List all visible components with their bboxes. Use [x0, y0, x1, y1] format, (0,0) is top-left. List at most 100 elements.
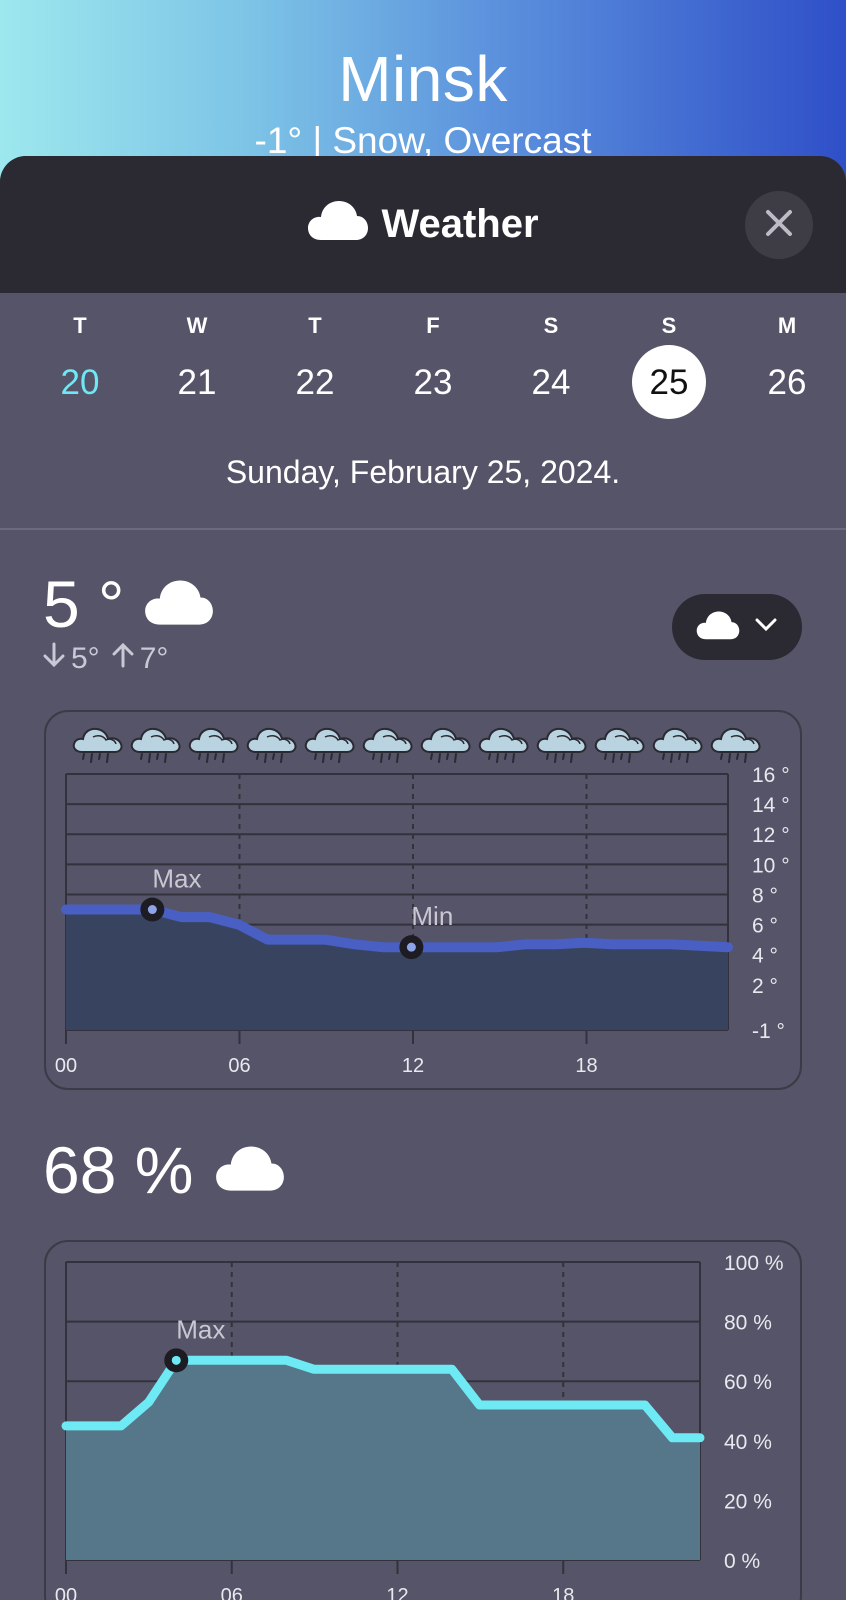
- snow-drop: [438, 753, 441, 763]
- temp-high: 7°: [139, 642, 169, 675]
- day-of-week: T: [73, 313, 87, 338]
- snow-drop: [90, 753, 93, 763]
- snow-drop: [314, 753, 317, 760]
- snow-cloud-icon: [304, 727, 355, 763]
- arrow-down-icon: [43, 642, 65, 676]
- x-tick-label: 00: [55, 1585, 77, 1600]
- sheet-title-text: Weather: [381, 202, 539, 246]
- snow-drop: [554, 753, 557, 763]
- y-tick-label: 40 %: [724, 1431, 772, 1454]
- snow-drop: [670, 753, 673, 763]
- snow-drop: [198, 753, 201, 760]
- y-tick-label: 20 %: [724, 1490, 772, 1513]
- snow-cloud-icon: [246, 727, 297, 763]
- day-number: 24: [531, 363, 571, 402]
- y-tick-label: 16 °: [752, 764, 790, 787]
- snow-cloud-icon: [72, 727, 123, 763]
- cloud-icon: [144, 566, 214, 642]
- day-number: 21: [177, 363, 217, 402]
- sheet-title: Weather: [307, 198, 539, 252]
- snow-drop: [728, 753, 731, 763]
- y-tick-label: 4 °: [752, 945, 778, 968]
- day-of-week: S: [661, 313, 677, 338]
- snow-drop: [736, 753, 739, 760]
- humidity-chart: 100 % 80 % 60 % 40 % 20 % 0 % 00 06 12 18 Max: [44, 1240, 802, 1600]
- day-number: 22: [295, 363, 335, 402]
- snow-cloud-icon: [188, 727, 239, 763]
- snow-drop: [662, 753, 665, 760]
- day-of-week: S: [543, 313, 559, 338]
- snow-drop: [504, 753, 507, 760]
- snow-drop: [604, 753, 607, 760]
- y-tick-label: 14 °: [752, 794, 790, 817]
- chart-type-selector[interactable]: [672, 594, 802, 660]
- day-number: 25: [649, 363, 689, 402]
- close-button[interactable]: [745, 191, 813, 259]
- snow-drop: [388, 753, 391, 760]
- current-temp-block: 5 ° 5° 7°: [43, 566, 214, 676]
- snow-drop: [396, 753, 399, 763]
- current-temp: 5 °: [43, 567, 125, 641]
- x-tick-label: 06: [221, 1585, 243, 1600]
- annotation-label: Min: [411, 901, 453, 931]
- x-tick-label: 12: [402, 1055, 424, 1077]
- cloud-icon: [215, 1132, 285, 1208]
- divider: [0, 528, 846, 530]
- snow-cloud-icon: [130, 727, 181, 763]
- day-number: 20: [60, 363, 100, 402]
- city-name: Minsk: [338, 43, 508, 115]
- snow-drop: [206, 753, 209, 763]
- snow-drop: [214, 753, 217, 760]
- annotation-marker-center: [171, 1355, 181, 1365]
- snow-drop: [546, 753, 549, 760]
- snow-drop: [446, 753, 449, 760]
- snow-drop: [222, 753, 225, 763]
- close-icon: [765, 209, 793, 242]
- snow-drop: [496, 753, 499, 763]
- snow-drop: [322, 753, 325, 763]
- day-number: 23: [413, 363, 453, 402]
- humidity-value: 68 %: [43, 1133, 194, 1207]
- snow-drop: [488, 753, 491, 760]
- snow-drop: [628, 753, 631, 763]
- snow-cloud-icon: [362, 727, 413, 763]
- snow-drop: [148, 753, 151, 763]
- day-of-week: M: [777, 313, 797, 338]
- snow-drop: [156, 753, 159, 760]
- snow-drop: [620, 753, 623, 760]
- snow-cloud-icon: [478, 727, 529, 763]
- snow-drop: [140, 753, 143, 760]
- snow-cloud-icon: [594, 727, 645, 763]
- day-number: 26: [767, 363, 807, 402]
- x-tick-label: 18: [575, 1055, 597, 1077]
- cloud-icon: [696, 609, 740, 646]
- snow-cloud-icon: [536, 727, 587, 763]
- y-tick-label: 100 %: [724, 1252, 784, 1275]
- x-tick-label: 18: [552, 1585, 574, 1600]
- annotation-marker-center: [406, 942, 416, 952]
- y-tick-label: 8 °: [752, 884, 778, 907]
- temperature-chart-svg: 16 ° 14 ° 12 ° 10 ° 8 ° 6 ° 4 ° 2 ° -1 ° 00 06 12 18…: [55, 727, 790, 1077]
- snow-drop: [720, 753, 723, 760]
- cloud-icon: [307, 198, 369, 252]
- snow-drop: [82, 753, 85, 760]
- arrow-up-icon: [112, 642, 134, 676]
- snow-drop: [454, 753, 457, 763]
- snow-drop: [372, 753, 375, 760]
- humidity-block: 68 %: [43, 1132, 285, 1208]
- snow-drop: [272, 753, 275, 760]
- snow-drop: [562, 753, 565, 760]
- snow-drop: [280, 753, 283, 763]
- x-tick-label: 12: [386, 1585, 408, 1600]
- selected-date: Sunday, February 25, 2024.: [225, 454, 621, 490]
- day-of-week: W: [186, 313, 208, 338]
- week-strip: T 20 W 21 T 22 F 23 S 24 S 25 M 26: [0, 293, 846, 453]
- day-of-week: F: [426, 313, 440, 338]
- snow-cloud-icon: [710, 727, 761, 763]
- weather-sheet: Weather T 20 W 21 T 22 F 23 S 24 S 25 M 26 Sunday, Fe…: [0, 156, 846, 1600]
- snow-drop: [744, 753, 747, 763]
- y-tick-label: 10 °: [752, 854, 790, 877]
- y-tick-label: 60 %: [724, 1371, 772, 1394]
- y-tick-label: 80 %: [724, 1312, 772, 1335]
- snow-drop: [164, 753, 167, 763]
